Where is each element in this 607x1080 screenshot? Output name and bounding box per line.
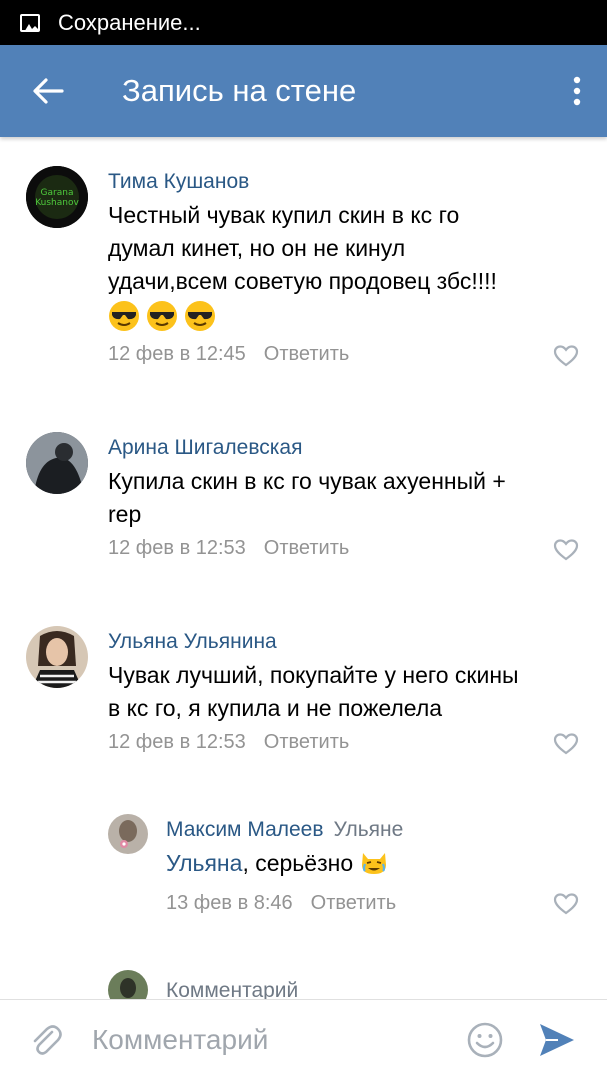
comment-author[interactable]: Арина Шигалевская [108, 436, 302, 460]
reply-to-label[interactable]: Ульяне [334, 818, 404, 841]
comment-meta: 12 фев в 12:45 Ответить [108, 343, 349, 366]
paperclip-icon [33, 1025, 62, 1055]
attach-button[interactable] [0, 1000, 92, 1080]
more-vertical-icon [573, 76, 581, 106]
comment-author-name[interactable]: Максим Малеев [166, 818, 324, 841]
svg-text:Kushanov: Kushanov [35, 198, 79, 208]
crying-cat-emoji-icon [361, 853, 386, 874]
sunglasses-emoji-icon [185, 301, 215, 331]
more-options-button[interactable] [547, 45, 607, 137]
sunglasses-emoji-icon [147, 301, 177, 331]
sunglasses-emoji-icon [109, 301, 139, 331]
mention-link[interactable]: Ульяна [166, 850, 242, 876]
heart-icon[interactable] [553, 538, 579, 562]
comment-author[interactable]: Максим Малеев Ульяне [166, 818, 403, 842]
comment-composer [0, 999, 607, 1080]
reply-button[interactable]: Ответить [264, 537, 350, 559]
comment-text-line: удачи,всем советую продовец збс!!!! [108, 268, 497, 294]
svg-text:Garana: Garana [41, 188, 74, 198]
arrow-back-icon [33, 78, 64, 104]
comment-text-line: Честный чувак купил скин в кс го [108, 202, 460, 228]
comment-date: 12 фев в 12:45 [108, 343, 246, 365]
comment-text-line: думал кинет, но он не кинул [108, 235, 406, 261]
comment-text: Чувак лучший, покупайте у него скины в к… [108, 659, 588, 725]
comment-meta: 12 фев в 12:53 Ответить [108, 537, 349, 560]
comment-meta: 12 фев в 12:53 Ответить [108, 731, 349, 754]
comment-date: 13 фев в 8:46 [166, 892, 293, 914]
comment-text-line: Купила скин в кс го чувак ахуенный + [108, 468, 506, 494]
comment-author[interactable]: Комментарий [166, 979, 298, 999]
reply-button[interactable]: Ответить [264, 343, 350, 365]
comment-input[interactable] [92, 1024, 455, 1056]
avatar[interactable]: Garana Kushanov [26, 166, 88, 228]
heart-icon[interactable] [553, 892, 579, 916]
avatar[interactable] [26, 626, 88, 688]
avatar[interactable] [26, 432, 88, 494]
avatar[interactable] [108, 970, 148, 999]
comment-date: 12 фев в 12:53 [108, 731, 246, 753]
emoji-button[interactable] [455, 1000, 515, 1080]
comment-text: Купила скин в кс го чувак ахуенный + rep [108, 465, 588, 531]
image-save-icon [20, 13, 40, 32]
status-text: Сохранение... [58, 9, 201, 35]
app-header: Запись на стене [0, 45, 607, 137]
send-button[interactable] [527, 1000, 587, 1080]
reply-button[interactable]: Ответить [264, 731, 350, 753]
comment-meta: 13 фев в 8:46 Ответить [166, 892, 396, 915]
back-button[interactable] [0, 45, 96, 137]
emoji-row [108, 300, 588, 332]
comment-text: Ульяна, серьёзно [166, 847, 586, 880]
avatar[interactable] [108, 814, 148, 854]
smile-icon [467, 1022, 503, 1058]
comment-text-line: в кс го, я купила и не пожелела [108, 695, 443, 721]
send-icon [540, 1024, 574, 1056]
comments-list[interactable]: Garana Kushanov Тима Кушанов Честный чув… [0, 137, 607, 999]
comment-text-line: rep [108, 501, 142, 527]
comment-text: Честный чувак купил скин в кс го думал к… [108, 199, 588, 332]
comment-text-rest: , серьёзно [242, 850, 354, 876]
heart-icon[interactable] [553, 732, 579, 756]
status-bar: Сохранение... [0, 0, 607, 45]
comment-text-line: Чувак лучший, покупайте у него скины [108, 662, 519, 688]
comment-date: 12 фев в 12:53 [108, 537, 246, 559]
heart-icon[interactable] [553, 344, 579, 368]
page-title: Запись на стене [122, 73, 357, 108]
comment-author[interactable]: Ульяна Ульянина [108, 630, 277, 654]
reply-button[interactable]: Ответить [311, 892, 397, 914]
comment-author[interactable]: Тима Кушанов [108, 170, 249, 194]
